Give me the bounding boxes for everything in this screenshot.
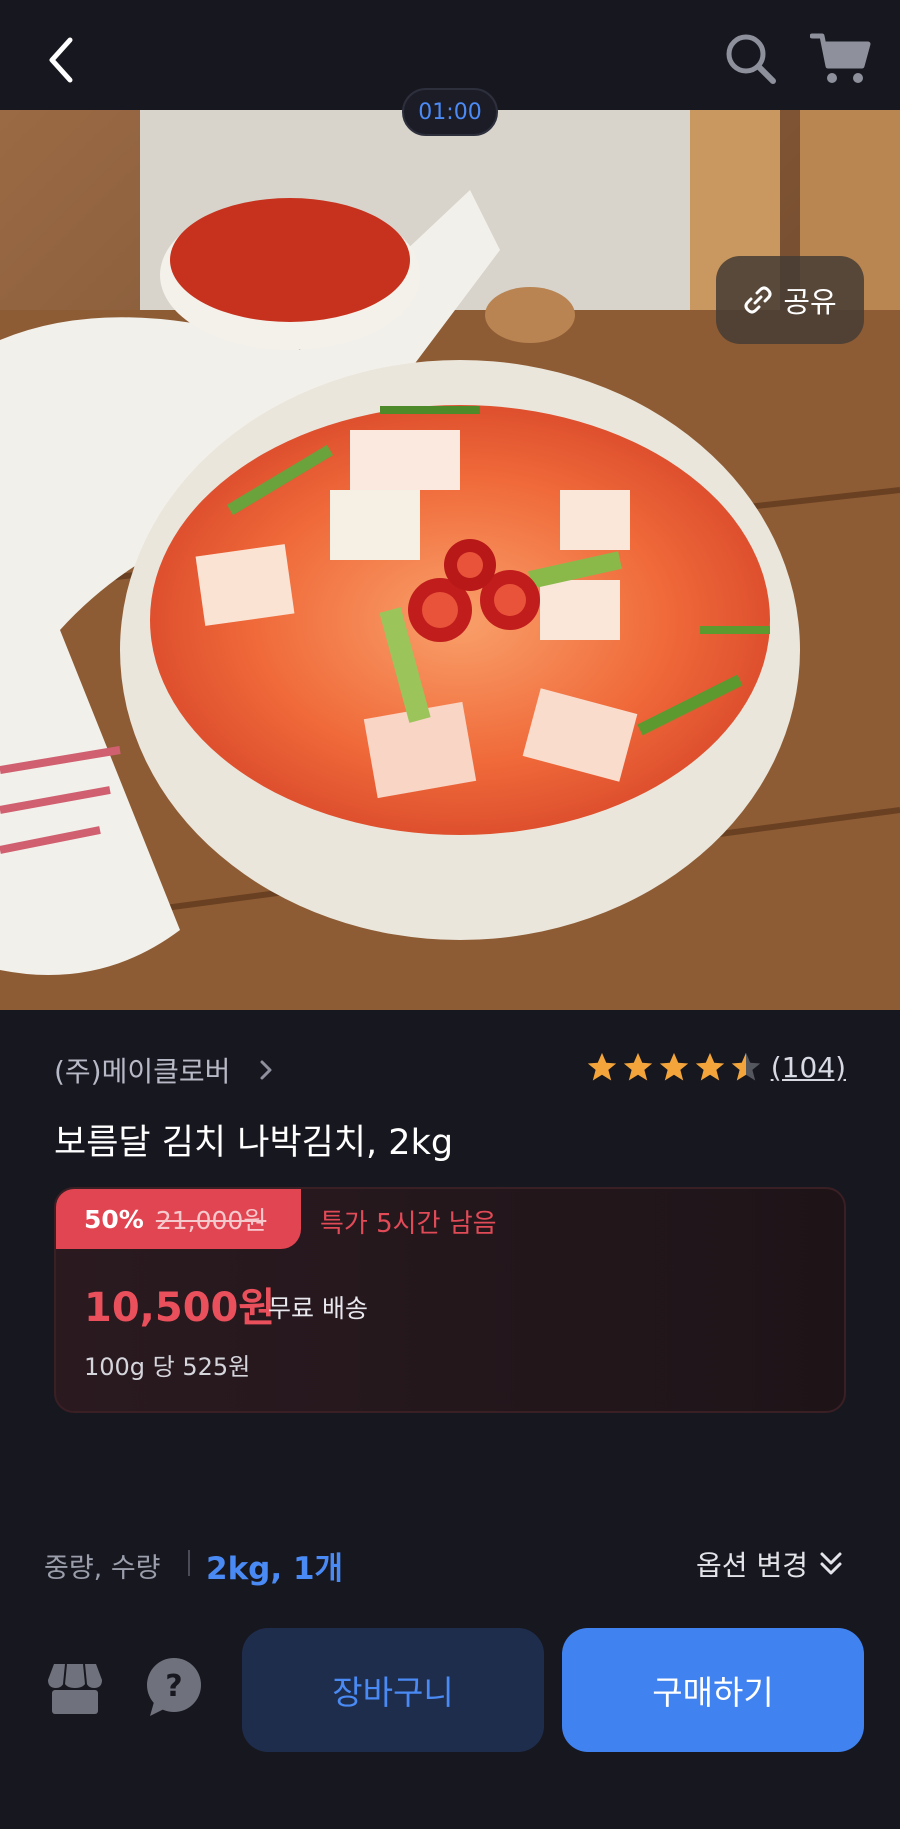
option-separator (188, 1550, 190, 1576)
product-photo (0, 110, 900, 1010)
product-image-carousel[interactable]: 공유 1 | 5 (0, 110, 900, 1010)
help-chat-icon[interactable]: ? (144, 1656, 204, 1718)
original-price: 21,000원 (155, 1206, 267, 1235)
star-full-icon (695, 1052, 724, 1081)
star-full-icon (623, 1052, 652, 1081)
star-full-icon (587, 1052, 616, 1081)
chevron-right-icon (260, 1060, 272, 1080)
shipping-info: 무료 배송 (268, 1294, 368, 1323)
option-label: 중량, 수량 (44, 1553, 161, 1584)
deal-countdown: 특가 5시간 남음 (320, 1209, 497, 1239)
double-chevron-down-icon (820, 1552, 842, 1575)
price-panel: 50% 21,000원 특가 5시간 남음 10,500원 무료 배송 100g… (54, 1187, 846, 1413)
option-change-button[interactable]: 옵션 변경 (696, 1544, 844, 1584)
chevron-left-icon[interactable] (40, 30, 84, 90)
seller-name: (주)메이클로버 (54, 1055, 231, 1088)
option-change-label: 옵션 변경 (696, 1549, 808, 1582)
star-half-icon (731, 1052, 760, 1081)
discount-tab: 50% 21,000원 (56, 1189, 301, 1249)
shopping-cart-icon[interactable] (810, 30, 872, 86)
video-timer-badge: 01:00 (402, 88, 498, 136)
star-full-icon (659, 1052, 688, 1081)
product-title: 보름달 김치 나박김치, 2kg (54, 1123, 454, 1163)
sale-price: 10,500원 (84, 1285, 276, 1331)
share-button[interactable]: 공유 (716, 256, 864, 344)
timer-text: 01:00 (418, 99, 482, 125)
svg-text:?: ? (165, 1669, 182, 1704)
share-label: 공유 (783, 285, 837, 319)
search-icon[interactable] (722, 30, 778, 86)
store-icon[interactable] (46, 1660, 104, 1716)
review-count[interactable]: (104) (771, 1051, 846, 1084)
buy-now-button[interactable]: 구매하기 (562, 1628, 864, 1752)
option-value: 2kg, 1개 (206, 1551, 344, 1587)
rating-summary[interactable]: (104) (585, 1050, 846, 1084)
link-icon (744, 286, 772, 314)
discount-rate: 50% (84, 1204, 144, 1234)
seller-link[interactable]: (주)메이클로버 (54, 1050, 274, 1090)
unit-price: 100g 당 525원 (84, 1353, 251, 1381)
add-to-cart-button[interactable]: 장바구니 (242, 1628, 544, 1752)
